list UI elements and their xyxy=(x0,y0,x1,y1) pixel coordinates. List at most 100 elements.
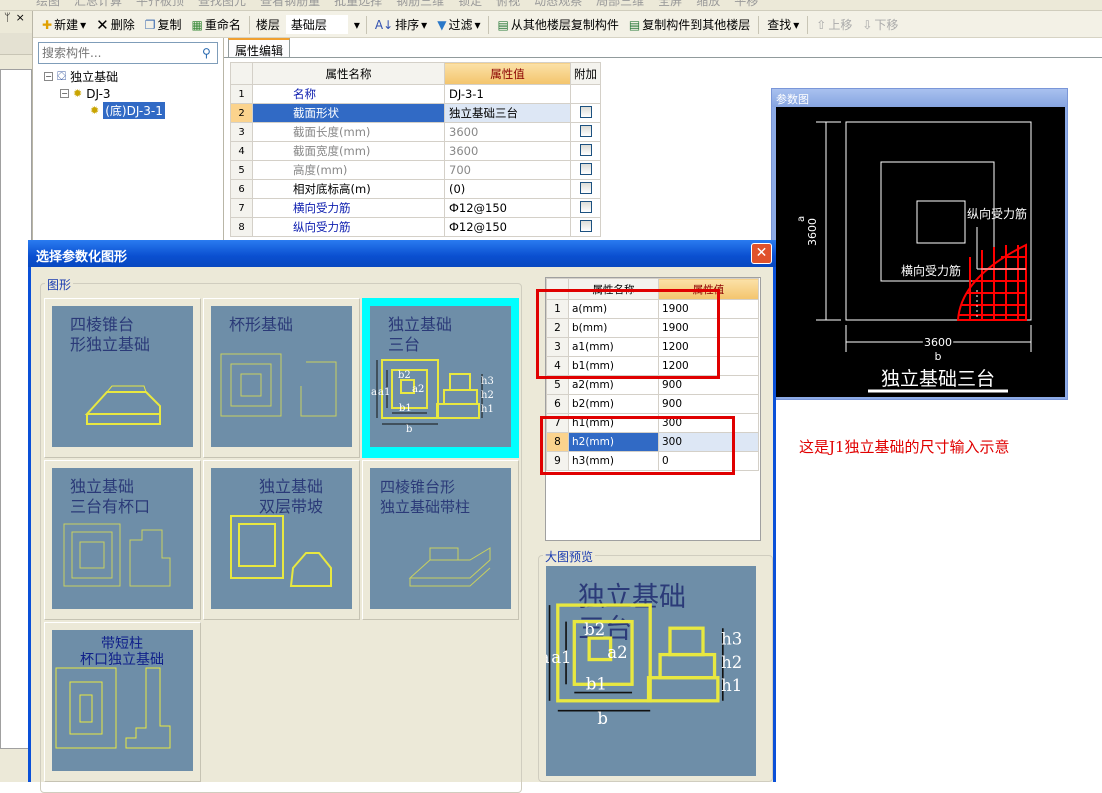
tab-property-edit[interactable]: 属性编辑 xyxy=(228,38,291,58)
sort-button[interactable]: A↓ 排序 ▾ xyxy=(373,16,429,33)
extra-checkbox[interactable] xyxy=(579,124,592,137)
table-row[interactable]: 2 截面形状 独立基础三台 xyxy=(230,103,601,123)
floor-label: 楼层 xyxy=(255,18,280,32)
pin-icon[interactable]: ᛘ xyxy=(4,11,16,24)
shape-thumbnail: 带短柱 杯口独立基础 xyxy=(52,630,193,771)
shape-tile[interactable]: 独立基础 三台有杯口 xyxy=(44,460,201,620)
tile-subtitle: 形独立基础 xyxy=(70,335,150,354)
new-button[interactable]: ✚ 新建 ▾ xyxy=(40,16,88,33)
property-name: 截面形状 xyxy=(252,103,445,123)
table-row[interactable]: 1 名称 DJ-3-1 xyxy=(230,84,601,104)
toolbar-item[interactable]: 钢筋三维 xyxy=(396,0,444,9)
extra-checkbox[interactable] xyxy=(579,219,592,232)
table-row[interactable]: 4 截面宽度(mm) 3600 xyxy=(230,141,601,161)
toolbar-item[interactable]: 批量选择 xyxy=(334,0,382,9)
tile-title: 独立基础 xyxy=(70,477,134,496)
component-tree-pane: ⚲ −⛋独立基础 −✹DJ-3 ✹(底)DJ-3-1 xyxy=(34,38,224,248)
toolbar-item[interactable]: 动态观察 xyxy=(534,0,582,9)
shape-tile[interactable]: 四棱锥台 形独立基础 xyxy=(44,298,201,458)
collapse-icon[interactable]: − xyxy=(60,89,69,98)
search-icon[interactable]: ⚲ xyxy=(202,46,211,60)
dim-label-b: b xyxy=(406,424,412,435)
tile-subtitle: 独立基础带柱 xyxy=(380,498,470,516)
table-row[interactable]: 7 横向受力筋 Ф12@150 xyxy=(230,198,601,218)
delete-button[interactable]: ✕ 删除 xyxy=(94,16,137,34)
property-value[interactable]: (0) xyxy=(444,179,571,199)
extra-checkbox[interactable] xyxy=(579,143,592,156)
toolbar-item[interactable]: 缩放 xyxy=(696,0,720,9)
toolbar-item[interactable]: 锁定 xyxy=(458,0,482,9)
toolbar-item[interactable]: 查找图元 xyxy=(198,0,246,9)
shape-thumbnail: 四棱锥台形 独立基础带柱 xyxy=(370,468,511,609)
shape-thumbnail: 四棱锥台 形独立基础 xyxy=(52,306,193,447)
separator xyxy=(758,15,760,34)
table-row[interactable]: 6 相对底标高(m) (0) xyxy=(230,179,601,199)
property-value[interactable]: DJ-3-1 xyxy=(444,84,571,104)
shape-tile[interactable]: 杯形基础 xyxy=(203,298,360,458)
preview-title: 独立基础 xyxy=(578,582,686,613)
highlight-box xyxy=(540,416,735,475)
table-row[interactable]: 5 高度(mm) 700 xyxy=(230,160,601,180)
toolbar-item[interactable]: 查看钢筋量 xyxy=(260,0,320,9)
shape-tile[interactable]: 四棱锥台形 独立基础带柱 xyxy=(362,460,519,620)
extra-checkbox[interactable] xyxy=(579,105,592,118)
tile-title: 四棱锥台 xyxy=(70,315,134,334)
close-button[interactable]: ✕ xyxy=(751,243,772,264)
property-value[interactable]: Ф12@150 xyxy=(444,217,571,237)
extra-checkbox[interactable] xyxy=(579,200,592,213)
table-row[interactable]: 3 截面长度(mm) 3600 xyxy=(230,122,601,142)
table-row[interactable]: 6 b2(mm) 900 xyxy=(546,394,759,414)
toolbar-item[interactable]: 平齐板顶 xyxy=(136,0,184,9)
rename-icon: ▦ xyxy=(191,17,203,32)
dialog-title: 选择参数化图形 xyxy=(28,240,776,267)
toolbar-item[interactable]: 局部三维 xyxy=(596,0,644,9)
search-input[interactable] xyxy=(39,46,194,60)
tile-subtitle: 双层带坡 xyxy=(259,497,323,516)
move-down-button[interactable]: ⇩ 下移 xyxy=(860,16,900,33)
param-value[interactable]: 900 xyxy=(658,394,759,414)
shape-tile[interactable]: 独立基础 三台 a a1 b2 a2 b1 b h3 h2 h1 xyxy=(362,298,519,458)
shapes-group: 图形 四棱锥台 形独立基础 杯形基础 独立基础 三台 a a1 b2 a2 b1 b h3 h… xyxy=(40,276,522,793)
tree-node-dj3-1[interactable]: ✹ (底)DJ-3-1 xyxy=(44,102,165,119)
close-icon[interactable]: × xyxy=(16,11,30,24)
param-name: b2(mm) xyxy=(568,394,659,414)
filter-button[interactable]: ▼ 过滤 ▾ xyxy=(435,16,482,33)
pane-section[interactable] xyxy=(0,33,32,55)
toolbar-item[interactable]: 汇总计算 xyxy=(74,0,122,9)
floor-select[interactable]: 基础层 xyxy=(285,15,348,34)
table-row[interactable]: 8 纵向受力筋 Ф12@150 xyxy=(230,217,601,237)
sort-icon: A↓ xyxy=(374,17,394,32)
chevron-down-icon[interactable]: ▾ xyxy=(354,18,360,32)
dim-label-b2: b2 xyxy=(584,620,605,639)
shape-tile[interactable]: 带短柱 杯口独立基础 xyxy=(44,622,201,782)
dim-label-b2: b2 xyxy=(398,370,411,381)
copy-icon: ❐ xyxy=(144,17,156,32)
extra-checkbox[interactable] xyxy=(579,181,592,194)
property-value[interactable]: 3600 xyxy=(444,141,571,161)
parameter-diagram-window: 参数图 3600 a 3600 b 纵向受力筋 横向受力筋 独立基础三台 xyxy=(771,88,1068,400)
property-value[interactable]: 3600 xyxy=(444,122,571,142)
highlight-box xyxy=(536,289,720,379)
copy-from-floor-button[interactable]: ▤ 从其他楼层复制构件 xyxy=(495,16,620,33)
rename-button[interactable]: ▦ 重命名 xyxy=(189,16,242,33)
property-name: 高度(mm) xyxy=(252,160,445,180)
find-button[interactable]: 查找 ▾ xyxy=(765,16,801,33)
property-value[interactable]: Ф12@150 xyxy=(444,198,571,218)
tree-node-dj3[interactable]: − ✹ DJ-3 xyxy=(44,85,165,102)
property-value[interactable]: 700 xyxy=(444,160,571,180)
shape-tile[interactable]: 独立基础 双层带坡 xyxy=(203,460,360,620)
property-value[interactable]: 独立基础三台 xyxy=(444,103,571,123)
toolbar-item[interactable]: 俯视 xyxy=(496,0,520,9)
copy-button[interactable]: ❐ 复制 xyxy=(143,16,184,33)
toolbar-item[interactable]: 平移 xyxy=(734,0,758,9)
toolbar-item[interactable]: 全屏 xyxy=(658,0,682,9)
move-up-button[interactable]: ⇧ 上移 xyxy=(814,16,854,33)
property-name: 截面宽度(mm) xyxy=(252,141,445,161)
collapse-icon[interactable]: − xyxy=(44,72,53,81)
tree-node-root[interactable]: − ⛋ 独立基础 xyxy=(44,68,165,85)
property-name: 名称 xyxy=(252,84,445,104)
extra-checkbox[interactable] xyxy=(579,162,592,175)
dim-label-h1: h1 xyxy=(481,404,494,415)
toolbar-item[interactable]: 绘图 xyxy=(36,0,60,9)
copy-to-floor-button[interactable]: ▤ 复制构件到其他楼层 xyxy=(627,16,752,33)
